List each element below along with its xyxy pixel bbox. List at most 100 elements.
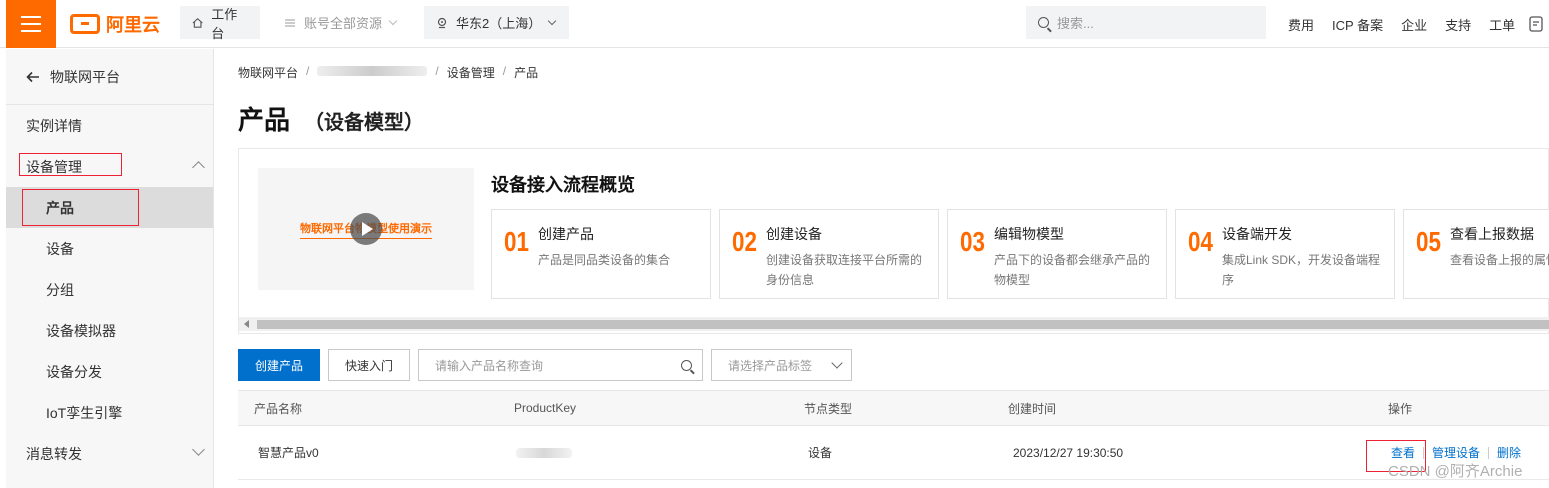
manage-devices-link[interactable]: 管理设备 — [1432, 444, 1480, 461]
sidebar-item-device-distribution[interactable]: 设备分发 — [6, 351, 213, 392]
cell-productkey-redacted — [516, 426, 572, 479]
sidebar-item-message-forwarding[interactable]: 消息转发 — [6, 433, 213, 474]
col-header-actions: 操作 — [1388, 401, 1413, 416]
breadcrumb-separator: / — [502, 64, 507, 78]
table-header: 产品名称 ProductKey 节点类型 创建时间 操作 — [238, 390, 1549, 426]
flow-step-edit-thing-model[interactable]: 03 编辑物模型 产品下的设备都会继承产品的物模型 — [947, 209, 1167, 299]
step-title: 编辑物模型 — [994, 226, 1064, 242]
region-dropdown[interactable]: 华东2（上海） — [424, 6, 569, 39]
account-icon[interactable] — [1529, 16, 1543, 32]
step-number: 05 — [1416, 226, 1441, 257]
step-desc: 产品下的设备都会继承产品的物模型 — [994, 253, 1151, 287]
workbench-label: 工作台 — [211, 6, 238, 41]
onboarding-flow-panel: 物联网平台物模型使用演示 设备接入流程概览 01 创建产品 产品是同品类设备的集… — [238, 148, 1549, 334]
sidebar-item-label: IoT孪生引擎 — [46, 404, 123, 421]
resources-dropdown[interactable]: 账号全部资源 — [272, 6, 412, 39]
demo-video[interactable]: 物联网平台物模型使用演示 — [258, 168, 474, 290]
step-number: 03 — [960, 226, 985, 257]
chevron-down-icon — [388, 16, 398, 25]
col-header-created: 创建时间 — [1008, 401, 1057, 416]
top-link-ticket[interactable]: 工单 — [1489, 15, 1515, 34]
step-title: 查看上报数据 — [1450, 226, 1534, 242]
delete-link[interactable]: 删除 — [1497, 444, 1521, 461]
menu-icon[interactable] — [6, 0, 56, 48]
sidebar-item-device[interactable]: 设备 — [6, 228, 213, 269]
step-title: 创建产品 — [538, 226, 594, 242]
search-icon[interactable] — [681, 359, 692, 371]
global-search-placeholder: 搜索... — [1057, 16, 1094, 31]
sidebar-item-label: 设备模拟器 — [46, 322, 116, 339]
region-label: 华东2（上海） — [456, 16, 542, 31]
page-subtitle: （设备模型） — [304, 112, 425, 134]
logo[interactable]: 阿里云 — [70, 12, 160, 36]
step-desc: 创建设备获取连接平台所需的身份信息 — [766, 253, 923, 287]
cell-created-time: 2023/12/27 19:30:50 — [1013, 445, 1124, 460]
step-number: 02 — [732, 226, 757, 257]
resources-label: 账号全部资源 — [304, 16, 383, 31]
home-icon — [192, 17, 203, 28]
product-toolbar: 创建产品 快速入门 请输入产品名称查询 请选择产品标签 — [238, 349, 852, 381]
sidebar-item-iot-twin-engine[interactable]: IoT孪生引擎 — [6, 392, 213, 433]
sidebar-item-device-simulator[interactable]: 设备模拟器 — [6, 310, 213, 351]
step-desc: 集成Link SDK，开发设备端程序 — [1222, 253, 1381, 287]
product-tag-placeholder: 请选择产品标签 — [728, 358, 813, 373]
product-search-input[interactable]: 请输入产品名称查询 — [418, 349, 703, 381]
location-pin-icon — [437, 17, 447, 28]
chevron-down-icon — [547, 16, 557, 25]
scrollbar-thumb[interactable] — [257, 320, 1549, 329]
breadcrumb-root[interactable]: 物联网平台 — [238, 64, 298, 81]
workbench-button[interactable]: 工作台 — [180, 6, 260, 41]
product-search-placeholder: 请输入产品名称查询 — [435, 358, 544, 373]
sidebar-item-instance-detail[interactable]: 实例详情 — [6, 105, 213, 146]
col-header-node-type: 节点类型 — [804, 401, 853, 416]
stack-icon — [285, 18, 295, 27]
step-title: 设备端开发 — [1222, 226, 1292, 242]
top-links: 费用 ICP 备案 企业 支持 工单 — [1288, 0, 1543, 48]
top-link-enterprise[interactable]: 企业 — [1401, 15, 1427, 34]
cell-product-name: 智慧产品v0 — [258, 446, 319, 460]
page-title: 产品 （设备模型） — [238, 100, 424, 137]
action-divider — [1488, 446, 1490, 459]
sidebar-back-label: 物联网平台 — [50, 68, 120, 85]
step-desc: 产品是同品类设备的集合 — [538, 253, 671, 267]
highlight-box-product — [22, 189, 139, 226]
watermark: CSDN @阿齐Archie — [1388, 463, 1523, 480]
breadcrumb-separator: / — [435, 64, 439, 78]
flow-step-create-device[interactable]: 02 创建设备 创建设备获取连接平台所需的身份信息 — [719, 209, 939, 299]
chevron-down-icon — [831, 357, 843, 369]
sidebar-item-label: 设备分发 — [46, 363, 102, 380]
flow-step-create-product[interactable]: 01 创建产品 产品是同品类设备的集合 — [491, 209, 711, 299]
step-title: 创建设备 — [766, 226, 822, 242]
table-row: 智慧产品v0 设备 2023/12/27 19:30:50 查看 管理设备 删除 — [238, 426, 1549, 480]
cell-node-type: 设备 — [808, 446, 833, 460]
global-search-input[interactable]: 搜索... — [1026, 6, 1266, 39]
top-link-icp[interactable]: ICP 备案 — [1332, 15, 1383, 34]
play-icon[interactable] — [350, 213, 382, 245]
chevron-down-icon — [192, 443, 205, 456]
top-link-support[interactable]: 支持 — [1445, 15, 1471, 34]
sidebar-item-label: 实例详情 — [26, 117, 82, 134]
sidebar: 物联网平台 实例详情 设备管理 产品 设备 分组 设备模拟器 设备分发 IoT孪… — [6, 49, 214, 488]
step-number: 04 — [1188, 226, 1213, 257]
search-icon — [1038, 17, 1049, 28]
arrow-left-icon — [26, 71, 39, 82]
quickstart-button[interactable]: 快速入门 — [328, 349, 410, 381]
sidebar-item-label: 消息转发 — [26, 445, 82, 462]
flow-step-view-data[interactable]: 05 查看上报数据 查看设备上报的属性 — [1403, 209, 1549, 299]
step-number: 01 — [504, 226, 529, 257]
flow-step-device-dev[interactable]: 04 设备端开发 集成Link SDK，开发设备端程序 — [1175, 209, 1395, 299]
top-link-billing[interactable]: 费用 — [1288, 15, 1314, 34]
col-header-productkey: ProductKey — [514, 401, 577, 415]
breadcrumb-instance-redacted[interactable] — [317, 66, 428, 76]
breadcrumb: 物联网平台 / / 设备管理 / 产品 — [238, 64, 538, 81]
horizontal-scrollbar[interactable] — [239, 317, 1549, 331]
sidebar-item-group[interactable]: 分组 — [6, 269, 213, 310]
sidebar-back-button[interactable]: 物联网平台 — [6, 49, 213, 105]
chevron-up-icon — [192, 161, 205, 174]
sidebar-item-label: 设备 — [46, 240, 74, 257]
breadcrumb-section[interactable]: 设备管理 — [447, 64, 495, 81]
product-tag-select[interactable]: 请选择产品标签 — [711, 349, 852, 381]
step-desc: 查看设备上报的属性 — [1450, 253, 1549, 267]
scroll-left-icon[interactable] — [244, 320, 249, 328]
create-product-button[interactable]: 创建产品 — [238, 349, 320, 381]
